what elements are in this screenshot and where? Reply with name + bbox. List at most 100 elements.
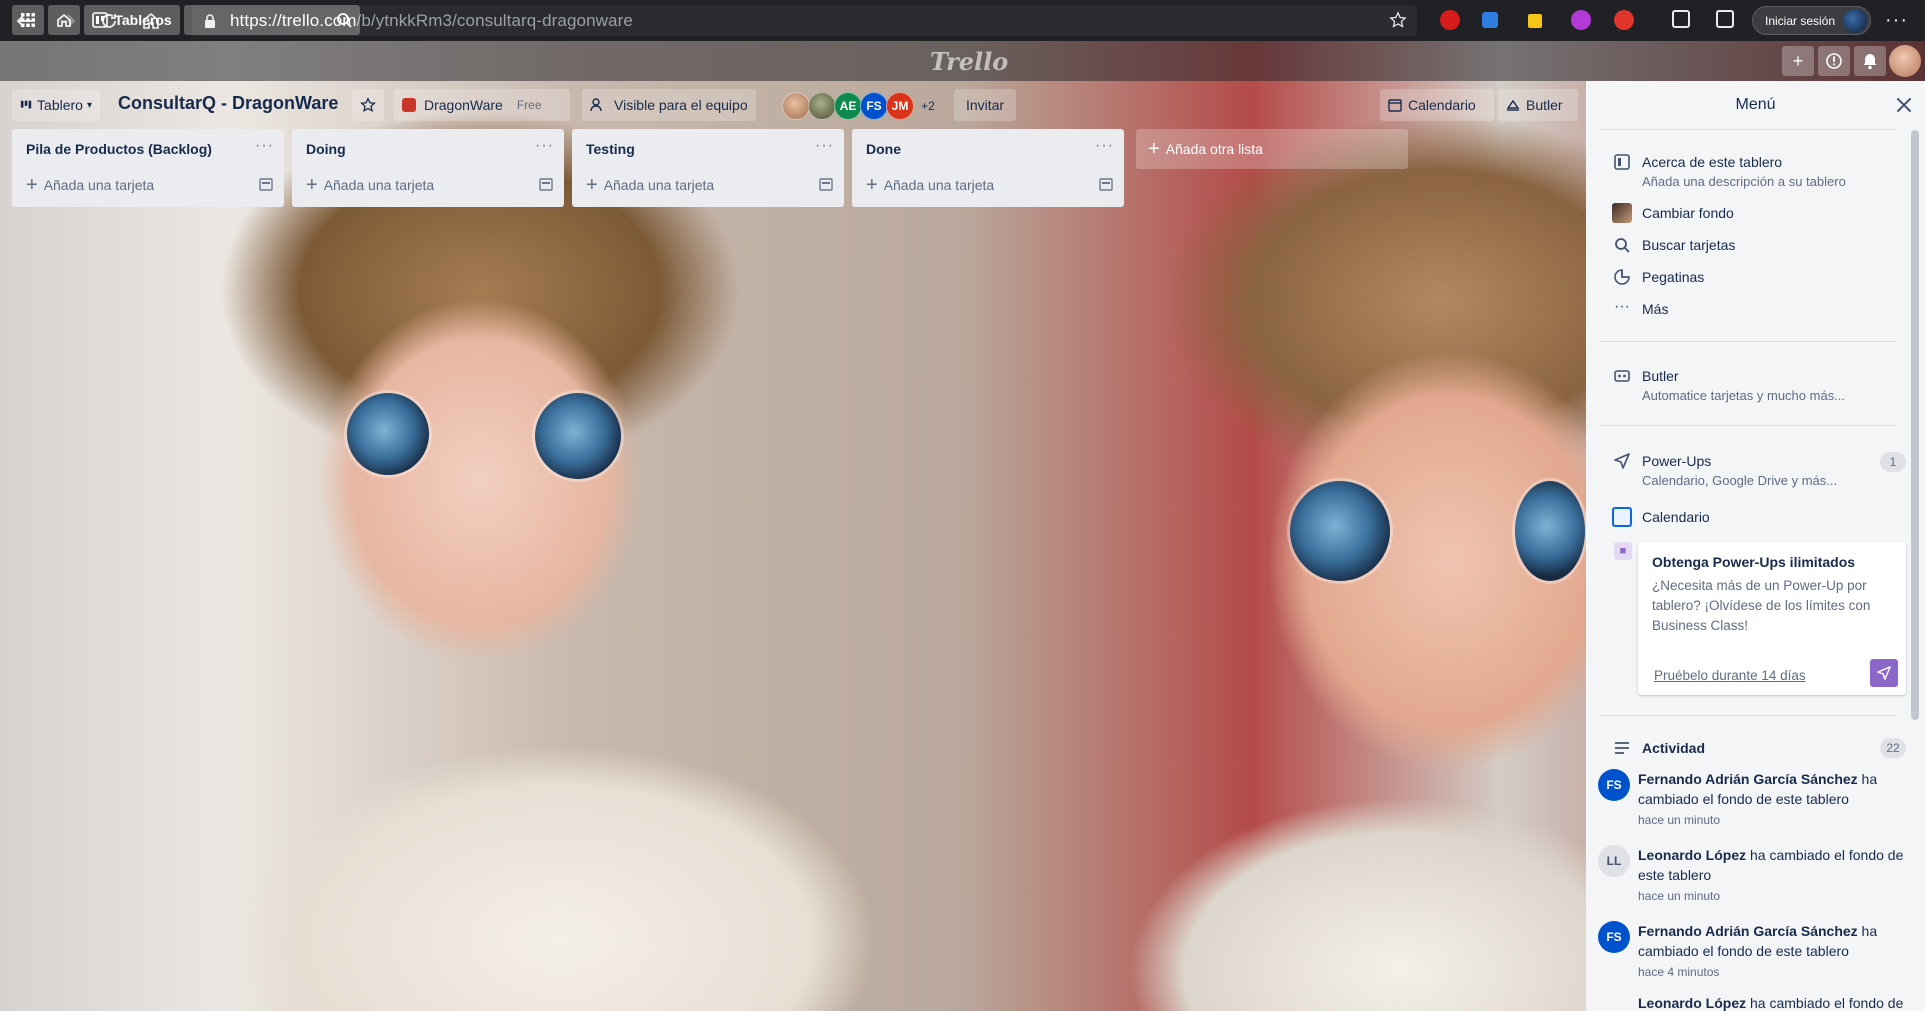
menu-item-search-cards[interactable]: Buscar tarjetas — [1586, 233, 1925, 259]
extension-icon[interactable] — [1614, 10, 1634, 30]
visibility-button[interactable]: Visible para el equipo — [582, 89, 756, 121]
try-free-link[interactable]: Pruébelo durante 14 días — [1654, 668, 1806, 683]
add-card-button[interactable]: + Añada una tarjeta — [300, 171, 514, 199]
activity-avatar[interactable]: FS — [1598, 769, 1630, 801]
list-menu-icon[interactable]: ··· — [255, 137, 274, 155]
calendar-icon — [1388, 99, 1402, 112]
list-title[interactable]: Done — [866, 141, 901, 157]
menu-item-sublabel: Automatice tarjetas y mucho más... — [1642, 388, 1846, 403]
list-menu-icon[interactable]: ··· — [1095, 137, 1114, 155]
activity-time[interactable]: hace un minuto — [1638, 889, 1720, 903]
team-plan-badge: Free — [516, 98, 542, 112]
member-avatar[interactable]: JM — [886, 92, 914, 120]
activity-header: Actividad 22 — [1586, 735, 1925, 763]
add-card-label: Añada una tarjeta — [603, 177, 715, 193]
menu-item-butler[interactable]: Butler Automatice tarjetas y mucho más..… — [1586, 363, 1925, 405]
add-card-button[interactable]: + Añada una tarjeta — [580, 171, 794, 199]
home-button[interactable] — [48, 5, 80, 35]
star-icon[interactable] — [1389, 11, 1407, 29]
menu-item-more[interactable]: ··· Más — [1586, 297, 1925, 323]
team-name: DragonWare — [424, 97, 503, 113]
menu-item-label: Calendario — [1642, 509, 1710, 525]
add-card-button[interactable]: + Añada una tarjeta — [860, 171, 1074, 199]
calendar-button[interactable]: Calendario — [1380, 89, 1494, 121]
add-list-label: Añada otra lista — [1165, 141, 1263, 157]
activity-user-name[interactable]: Leonardo López — [1638, 997, 1746, 1011]
activity-time[interactable]: hace 4 minutos — [1638, 965, 1719, 979]
menu-scrollbar[interactable] — [1911, 130, 1919, 720]
board-view-switcher[interactable]: Tablero ▾ — [12, 89, 100, 121]
add-card-button[interactable]: + Añada una tarjeta — [20, 171, 234, 199]
member-avatar[interactable] — [808, 92, 836, 120]
activity-user-name[interactable]: Leonardo López — [1638, 847, 1746, 863]
card-template-icon[interactable] — [818, 176, 834, 192]
member-avatar[interactable]: FS — [860, 92, 888, 120]
extension-icon[interactable] — [1482, 12, 1498, 28]
activity-avatar[interactable]: FS — [1598, 921, 1630, 953]
home-icon — [57, 13, 71, 27]
user-avatar[interactable] — [1889, 45, 1921, 77]
list-title[interactable]: Testing — [586, 141, 635, 157]
card-template-icon[interactable] — [538, 176, 554, 192]
menu-item-about[interactable]: Acerca de este tablero Añada una descrip… — [1586, 149, 1925, 191]
member-avatar[interactable]: AE — [834, 92, 862, 120]
activity-count-badge: 22 — [1880, 738, 1906, 758]
team-button[interactable]: DragonWare Free — [394, 89, 570, 121]
chevron-down-icon: ▾ — [86, 99, 92, 111]
boards-icon — [92, 12, 109, 28]
menu-item-label: Buscar tarjetas — [1642, 237, 1736, 253]
list: Done ··· + Añada una tarjeta — [852, 129, 1124, 207]
extension-icon[interactable] — [1528, 14, 1542, 28]
collections-icon[interactable] — [1716, 10, 1734, 28]
menu-item-label: Power-Ups — [1642, 453, 1712, 469]
activity-time[interactable]: hace un minuto — [1638, 813, 1720, 827]
apps-grid-icon[interactable] — [12, 5, 44, 35]
list-title[interactable]: Pila de Productos (Backlog) — [26, 141, 212, 157]
menu-item-stickers[interactable]: Pegatinas — [1586, 265, 1925, 291]
plus-icon: + — [866, 174, 878, 196]
extension-icon[interactable] — [1440, 10, 1460, 30]
trello-logo[interactable]: Trello — [930, 47, 1008, 76]
lock-icon: ■ — [1614, 542, 1632, 560]
address-bar[interactable]: https://trello.com/b/ytnkkRm3/consultarq… — [192, 5, 1417, 36]
menu-item-change-background[interactable]: Cambiar fondo — [1586, 201, 1925, 227]
calendar-icon — [1612, 507, 1632, 527]
plus-icon: + — [306, 174, 318, 196]
butler-button[interactable]: Butler — [1498, 89, 1578, 121]
menu-item-powerups[interactable]: Power-Ups Calendario, Google Drive y más… — [1586, 448, 1925, 490]
promo-title: Obtenga Power-Ups ilimitados — [1652, 554, 1856, 570]
rocket-icon[interactable] — [1870, 659, 1898, 687]
close-icon[interactable] — [1893, 94, 1915, 116]
star-icon — [360, 97, 376, 113]
list-menu-icon[interactable]: ··· — [815, 137, 834, 155]
notifications-bell-icon[interactable] — [1854, 46, 1886, 76]
activity-user-name[interactable]: Fernando Adrián García Sánchez — [1638, 923, 1858, 939]
boards-button[interactable]: Tableros — [84, 5, 180, 35]
list-menu-icon[interactable]: ··· — [535, 137, 554, 155]
doll-eye — [1515, 481, 1585, 581]
favorites-icon[interactable] — [1672, 10, 1690, 28]
plus-icon: + — [1148, 138, 1160, 160]
star-board-button[interactable] — [352, 89, 384, 121]
search-input[interactable] — [184, 5, 360, 35]
butler-button-label: Butler — [1526, 97, 1563, 113]
card-template-icon[interactable] — [258, 176, 274, 192]
card-template-icon[interactable] — [1098, 176, 1114, 192]
menu-item-calendar-powerup[interactable]: Calendario — [1586, 505, 1925, 531]
info-icon[interactable] — [1818, 46, 1850, 76]
member-avatar[interactable] — [782, 92, 810, 120]
more-members[interactable]: +2 — [914, 92, 942, 120]
invite-button[interactable]: Invitar — [954, 89, 1016, 121]
activity-avatar[interactable]: LL — [1598, 845, 1630, 877]
list: Doing ··· + Añada una tarjeta — [292, 129, 564, 207]
divider — [1600, 715, 1897, 716]
list-title[interactable]: Doing — [306, 141, 346, 157]
add-list-button[interactable]: + Añada otra lista — [1136, 129, 1408, 169]
extension-icon[interactable] — [1571, 10, 1591, 30]
more-icon[interactable]: ··· — [1885, 9, 1908, 32]
activity-user-name[interactable]: Fernando Adrián García Sánchez — [1638, 771, 1858, 787]
create-button[interactable]: + — [1782, 46, 1814, 76]
doll-eye — [347, 393, 429, 475]
board-title[interactable]: ConsultarQ - DragonWare — [118, 93, 338, 114]
sign-in-button[interactable]: Iniciar sesión — [1752, 6, 1871, 35]
